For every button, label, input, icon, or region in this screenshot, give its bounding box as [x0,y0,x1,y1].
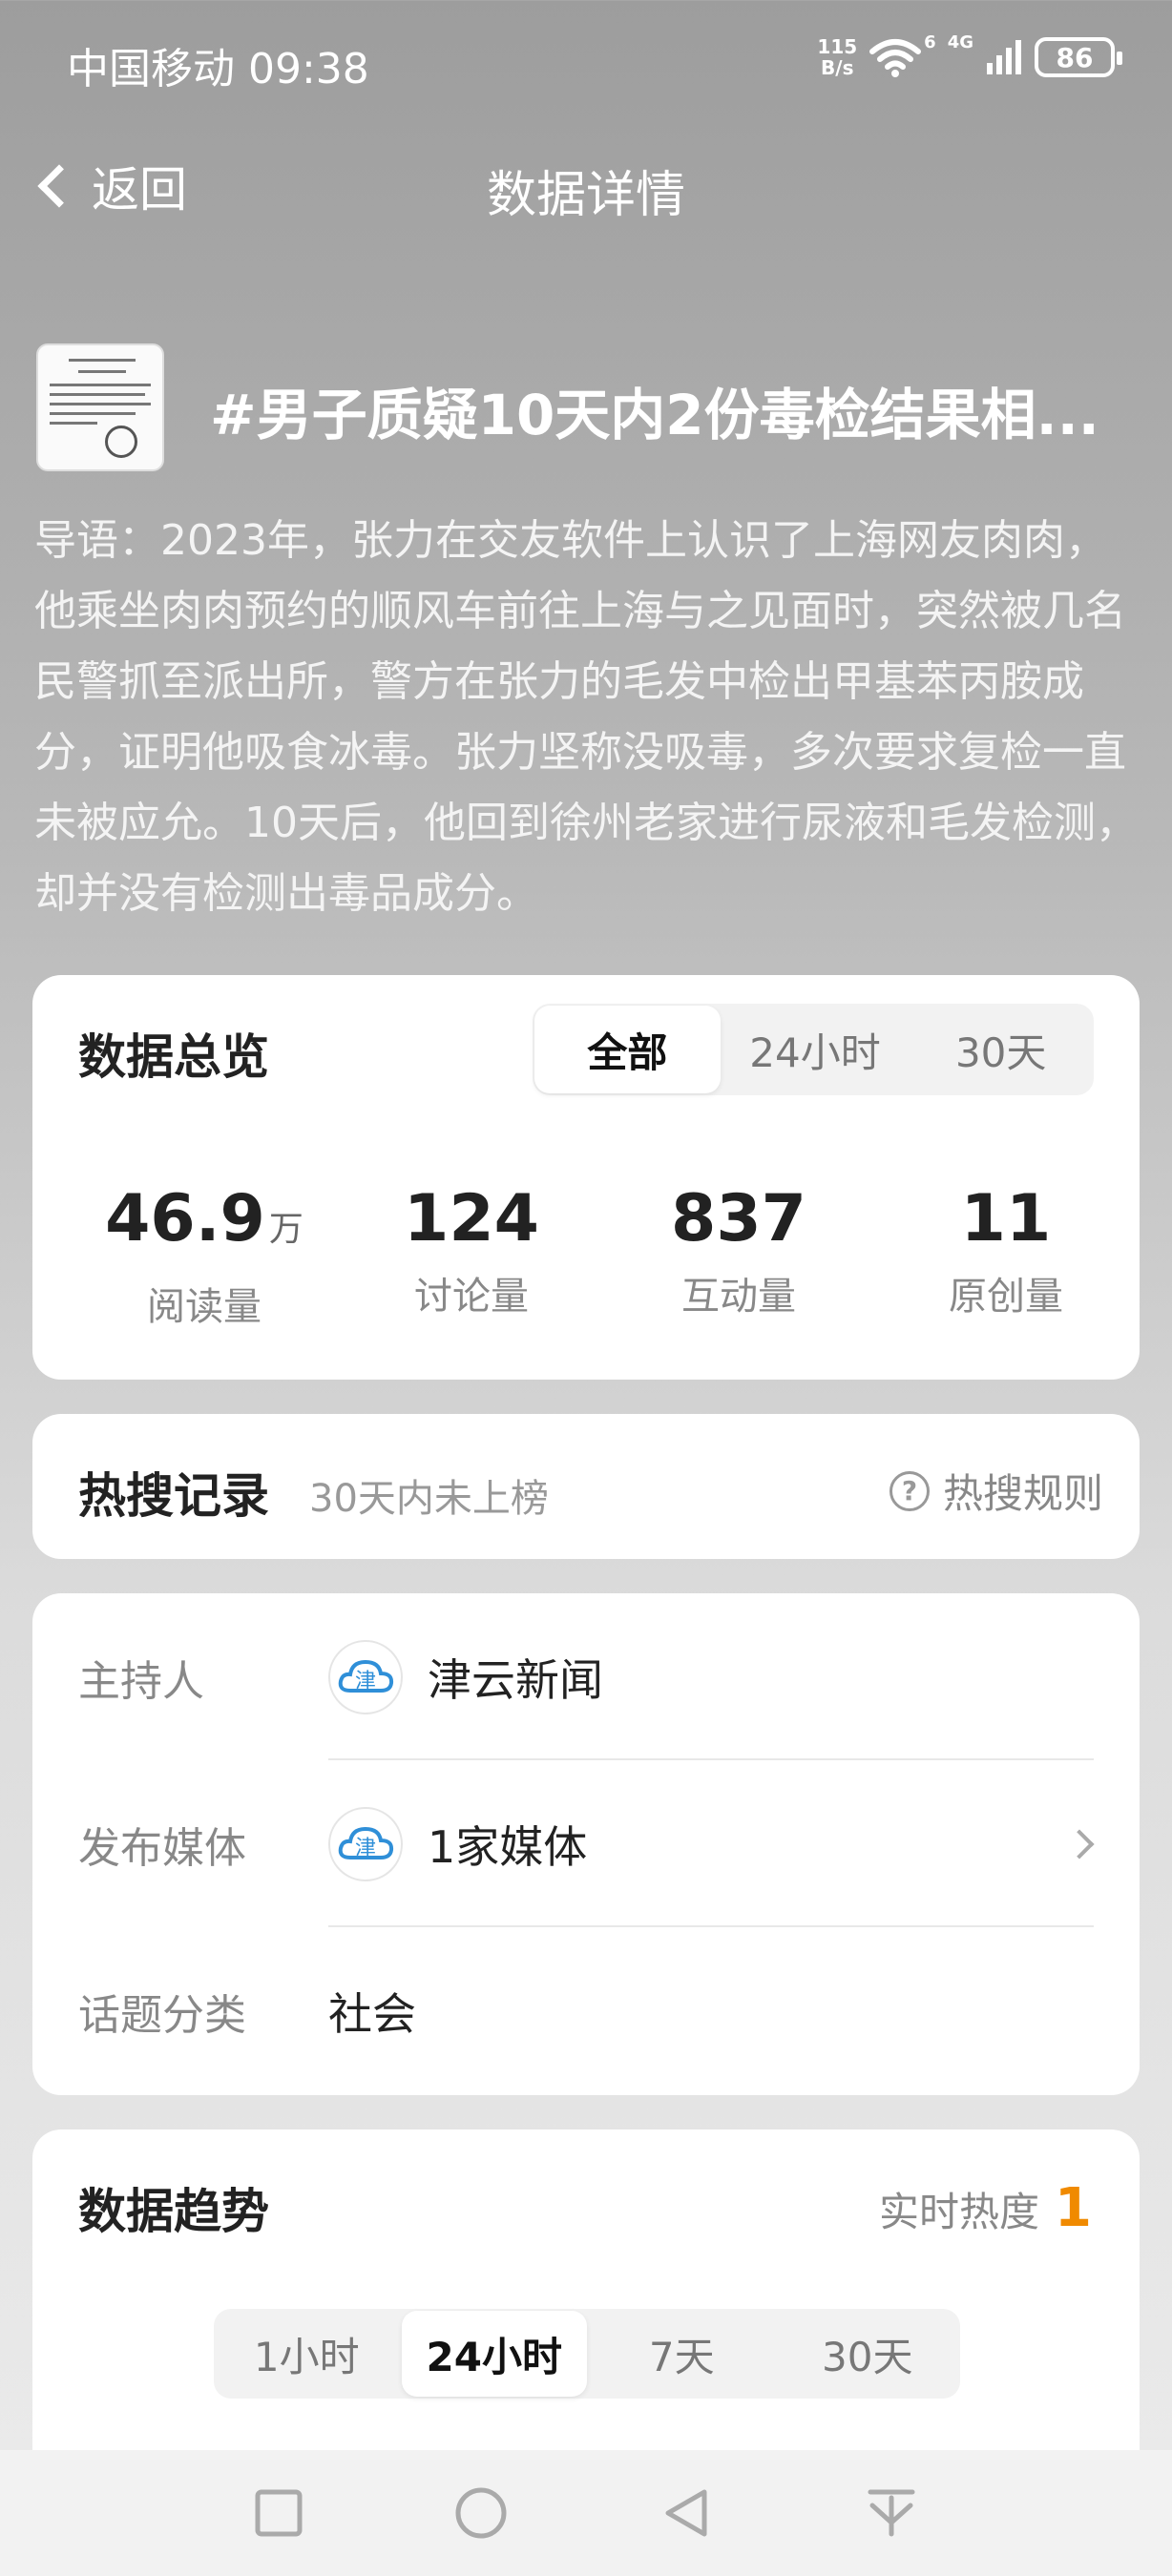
overview-range-tabs: 全部 24小时 30天 [533,1004,1094,1095]
stat-interactions-value: 837 [671,1181,806,1257]
topic-title: #男子质疑10天内2份毒检结果相... [210,383,1099,447]
realtime-heat: 实时热度 1 [879,2177,1092,2239]
svg-text:津: 津 [355,1837,376,1860]
heat-value: 1 [1055,2177,1092,2239]
cell-type: 4G [947,32,973,52]
nav-header: 返回 数据详情 [0,134,1172,239]
media-count: 1家媒体 [428,1820,588,1873]
topic-header: #男子质疑10天内2份毒检结果相... [36,343,1134,477]
signal-icon [987,40,1021,74]
tab-24h[interactable]: 24小时 [401,2311,587,2397]
stamp-icon [105,426,137,458]
battery-level: 86 [1056,41,1094,73]
hot-search-title: 热搜记录 [78,1468,269,1524]
tab-30d[interactable]: 30天 [908,1004,1094,1095]
category-value: 社会 [328,1987,416,2040]
host-name: 津云新闻 [428,1653,603,1706]
hot-search-rules-label: 热搜规则 [942,1470,1103,1517]
overview-title: 数据总览 [78,1029,269,1085]
topic-intro: 导语：2023年，张力在交友软件上认识了上海网友肉肉，他乘坐肉肉预约的顺风车前往… [34,516,1138,918]
wifi-level: 6 [924,32,936,52]
topic-thumbnail[interactable] [36,343,164,471]
trend-title: 数据趋势 [78,2184,269,2239]
system-nav-bar [0,2450,1172,2576]
svg-text:津: 津 [355,1670,376,1693]
status-icons: 115 B/s 6 4G 86 [817,32,1122,82]
page-title: 数据详情 [486,167,685,224]
media-label: 发布媒体 [78,1823,246,1873]
tab-all[interactable]: 全部 [534,1006,721,1093]
stat-originals-value: 11 [960,1181,1052,1257]
stat-discussions: 124 讨论量 [338,1179,605,1331]
recents-square-icon[interactable] [250,2484,307,2542]
trend-range-tabs: 1小时 24小时 7天 30天 [214,2309,960,2399]
tab-7d[interactable]: 7天 [589,2309,775,2399]
host-row: 主持人 津 津云新闻 [78,1593,1094,1760]
carrier-time: 中国移动 09:38 [67,45,369,93]
network-speed: 115 B/s [817,35,858,79]
stat-discussions-value: 124 [404,1181,539,1257]
stat-discussions-label: 讨论量 [414,1275,529,1319]
media-value: 津 1家媒体 [328,1806,588,1881]
data-overview-card: 数据总览 全部 24小时 30天 46.9 万 阅读量 124 讨论量 837 互… [32,975,1140,1380]
tab-24h[interactable]: 24小时 [722,1004,909,1095]
battery-icon: 86 [1035,37,1122,77]
wifi-icon [869,39,922,77]
hot-search-note: 30天内未上榜 [309,1477,549,1521]
chevron-right-icon [1064,1828,1095,1859]
media-row[interactable]: 发布媒体 津 1家媒体 [78,1760,1095,1927]
category-row: 话题分类 社会 [78,1927,1094,2094]
media-logo-icon: 津 [328,1806,403,1881]
home-circle-icon[interactable] [452,2484,510,2542]
tab-1h[interactable]: 1小时 [214,2309,400,2399]
media-logo-icon: 津 [328,1639,403,1714]
status-bar: 中国移动 09:38 115 B/s 6 4G 86 [0,0,1172,114]
stat-interactions: 837 互动量 [605,1179,872,1331]
stat-reads: 46.9 万 阅读量 [71,1179,338,1331]
heat-label: 实时热度 [879,2189,1040,2235]
host-label: 主持人 [78,1656,204,1706]
question-icon: ? [889,1470,930,1511]
stat-originals: 11 原创量 [872,1179,1140,1331]
category-label: 话题分类 [78,1990,246,2040]
stat-interactions-label: 互动量 [681,1275,796,1319]
tab-30d[interactable]: 30天 [775,2309,961,2399]
stat-reads-value: 46.9 [105,1181,265,1257]
stat-reads-label: 阅读量 [147,1285,262,1329]
pull-down-icon[interactable] [863,2484,920,2542]
host-value[interactable]: 津 津云新闻 [328,1639,603,1714]
stat-reads-unit: 万 [268,1210,303,1249]
hot-search-card: 热搜记录 30天内未上榜 ? 热搜规则 [32,1414,1140,1559]
stat-originals-label: 原创量 [949,1275,1063,1319]
back-triangle-icon[interactable] [659,2484,716,2542]
topic-info-card: 主持人 津 津云新闻 发布媒体 津 1家媒体 话题分类 社会 [32,1593,1140,2095]
hot-search-rules-link[interactable]: ? 热搜规则 [889,1462,1103,1520]
stats-row: 46.9 万 阅读量 124 讨论量 837 互动量 11 原创量 [32,1179,1140,1331]
